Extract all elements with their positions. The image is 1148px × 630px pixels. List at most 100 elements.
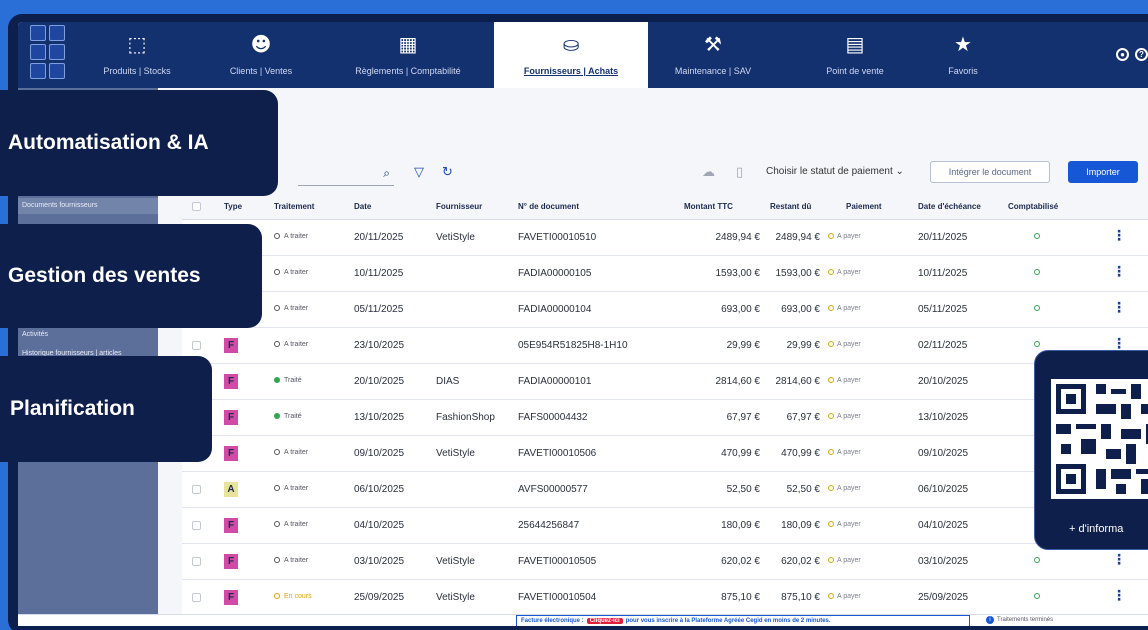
col-echeance[interactable]: Date d'échéance <box>918 202 981 211</box>
table-row[interactable]: A traiter 05/11/2025 FADIA00000104 693,00 €… <box>182 292 1148 328</box>
importer-button[interactable]: Importer <box>1068 161 1138 183</box>
nav-tab-label: Produits | Stocks <box>103 66 171 76</box>
payment-ring-icon <box>828 269 834 275</box>
status-dot-icon <box>274 449 280 455</box>
traitement-status: A traiter <box>274 233 308 240</box>
table-row[interactable]: FA traiter 04/10/2025 25644256847 180,09 €1… <box>182 508 1148 544</box>
col-restant[interactable]: Restant dû <box>770 202 811 211</box>
help-icon[interactable]: ? <box>1135 48 1148 61</box>
comptabilise-icon <box>1034 233 1040 239</box>
date-cell: 23/10/2025 <box>354 340 405 351</box>
traitement-status: Traité <box>274 377 302 384</box>
paiement-label: A payer <box>837 305 861 312</box>
row-checkbox[interactable] <box>192 341 201 350</box>
search-input[interactable]: ⌕ <box>298 164 394 186</box>
select-all-checkbox[interactable] <box>192 202 201 211</box>
table-row[interactable]: A traiter 10/11/2025 FADIA00000105 1593,00 … <box>182 256 1148 292</box>
payment-status-select[interactable]: Choisir le statut de paiement ⌄ <box>766 166 904 177</box>
row-checkbox[interactable] <box>192 521 201 530</box>
more-options-icon[interactable]: ⋮ <box>1112 300 1126 316</box>
chart-icon[interactable] <box>30 63 46 79</box>
grid-icon[interactable] <box>30 44 46 60</box>
traitement-label: A traiter <box>284 341 309 348</box>
more-options-icon[interactable]: ⋮ <box>1112 228 1126 244</box>
nav-tab-0[interactable]: ⬚ Produits | Stocks <box>82 22 192 88</box>
type-badge: F <box>224 446 238 461</box>
qr-code <box>1051 379 1148 499</box>
quick-access-grid[interactable] <box>30 22 68 88</box>
row-checkbox[interactable] <box>192 593 201 602</box>
row-checkbox[interactable] <box>192 485 201 494</box>
document-icon[interactable]: ▯ <box>736 165 743 180</box>
table-row[interactable]: AA traiter 06/10/2025 AVFS00000577 52,50 €5… <box>182 472 1148 508</box>
status-dot-icon <box>274 305 280 311</box>
col-type[interactable]: Type <box>224 202 242 211</box>
type-badge: F <box>224 518 238 533</box>
traitement-label: A traiter <box>284 557 309 564</box>
nav-tab-3[interactable]: ⛀ Fournisseurs | Achats <box>494 22 648 88</box>
star-icon: ★ <box>954 32 972 56</box>
filter-icon[interactable]: ▽ <box>414 165 424 180</box>
table-row[interactable]: F Traité 20/10/2025 DIAS FADIA00000101 2814,6… <box>182 364 1148 400</box>
table-row[interactable]: A traiter 20/11/2025 VetiStyle FAVETI000105… <box>182 220 1148 256</box>
user-icon[interactable]: ● <box>1116 48 1129 61</box>
calendar-icon[interactable] <box>49 44 65 60</box>
home-icon[interactable] <box>30 25 46 41</box>
col-paiement[interactable]: Paiement <box>846 202 882 211</box>
cloud-upload-icon[interactable]: ☁ <box>702 165 715 180</box>
nav-tab-4[interactable]: ⚒ Maintenance | SAV <box>650 22 776 88</box>
table-header: Type Traitement Date Fournisseur N° de d… <box>182 194 1148 220</box>
file-icon[interactable] <box>49 63 65 79</box>
print-icon[interactable] <box>49 25 65 41</box>
payment-ring-icon <box>828 341 834 347</box>
table-row[interactable]: F A traiter 03/10/2025 VetiStyle FAVETI00010… <box>182 544 1148 580</box>
document-cell: FADIA00000105 <box>518 268 592 279</box>
date-cell: 20/11/2025 <box>354 232 404 243</box>
col-document[interactable]: N° de document <box>518 202 579 211</box>
badge-automatisation: Automatisation & IA <box>0 90 278 196</box>
col-fournisseur[interactable]: Fournisseur <box>436 202 482 211</box>
sidebar-item-documents[interactable]: Documents fournisseurs <box>22 202 97 209</box>
paiement-label: A payer <box>837 377 861 384</box>
nav-tab-5[interactable]: ▤ Point de vente <box>800 22 910 88</box>
paiement-status: A payer <box>828 413 861 420</box>
col-traitement[interactable]: Traitement <box>274 202 314 211</box>
banner-suffix: pour vous inscrire à la Plateforme Agréé… <box>625 618 831 624</box>
traitement-label: A traiter <box>284 449 309 456</box>
comptabilise-icon <box>1034 341 1040 347</box>
more-options-icon[interactable]: ⋮ <box>1112 264 1126 280</box>
restant-cell: 2489,94 € <box>775 232 821 243</box>
more-options-icon[interactable]: ⋮ <box>1112 552 1126 568</box>
traitement-label: A traiter <box>284 521 309 528</box>
integrer-document-button[interactable]: Intégrer le document <box>930 161 1050 183</box>
document-cell: FAVETI00010504 <box>518 592 597 603</box>
nav-tab-2[interactable]: ▦ Règlements | Comptabilité <box>338 22 478 88</box>
traitement-status: A traiter <box>274 449 308 456</box>
search-icon: ⌕ <box>383 166 390 180</box>
col-date[interactable]: Date <box>354 202 371 211</box>
refresh-icon[interactable]: ↻ <box>442 165 453 180</box>
paiement-status: A payer <box>828 233 861 240</box>
echeance-cell: 25/09/2025 <box>918 592 969 603</box>
sidebar-item-activites[interactable]: Activités <box>22 331 48 338</box>
nav-tab-1[interactable]: ☻ Clients | Ventes <box>206 22 316 88</box>
col-montant[interactable]: Montant TTC <box>684 202 733 211</box>
status-dot-icon <box>274 557 280 563</box>
more-options-icon[interactable]: ⋮ <box>1112 588 1126 604</box>
qr-label: + d'informa <box>1069 523 1124 535</box>
table-row[interactable]: F En cours 25/09/2025 VetiStyle FAVETI000105… <box>182 580 1148 616</box>
table-row[interactable]: F A traiter 09/10/2025 VetiStyle FAVETI00010… <box>182 436 1148 472</box>
payment-ring-icon <box>828 377 834 383</box>
e-invoice-banner[interactable]: Facture électronique : Cliquez-ici pour … <box>516 615 970 626</box>
qr-card[interactable]: + d'informa <box>1034 350 1148 550</box>
banner-cta[interactable]: Cliquez-ici <box>586 618 623 624</box>
nav-tab-6[interactable]: ★ Favoris <box>922 22 1004 88</box>
traitement-label: En cours <box>284 593 312 600</box>
table-row[interactable]: F Traité 13/10/2025 FashionShop FAFS00004432… <box>182 400 1148 436</box>
document-cell: 25644256847 <box>518 520 580 531</box>
col-comptabilise[interactable]: Comptabilisé <box>1008 202 1058 211</box>
row-checkbox[interactable] <box>192 557 201 566</box>
table-row[interactable]: F A traiter 23/10/2025 05E954R51825H8-1H10 2… <box>182 328 1148 364</box>
type-badge: F <box>224 554 238 569</box>
payment-ring-icon <box>828 305 834 311</box>
